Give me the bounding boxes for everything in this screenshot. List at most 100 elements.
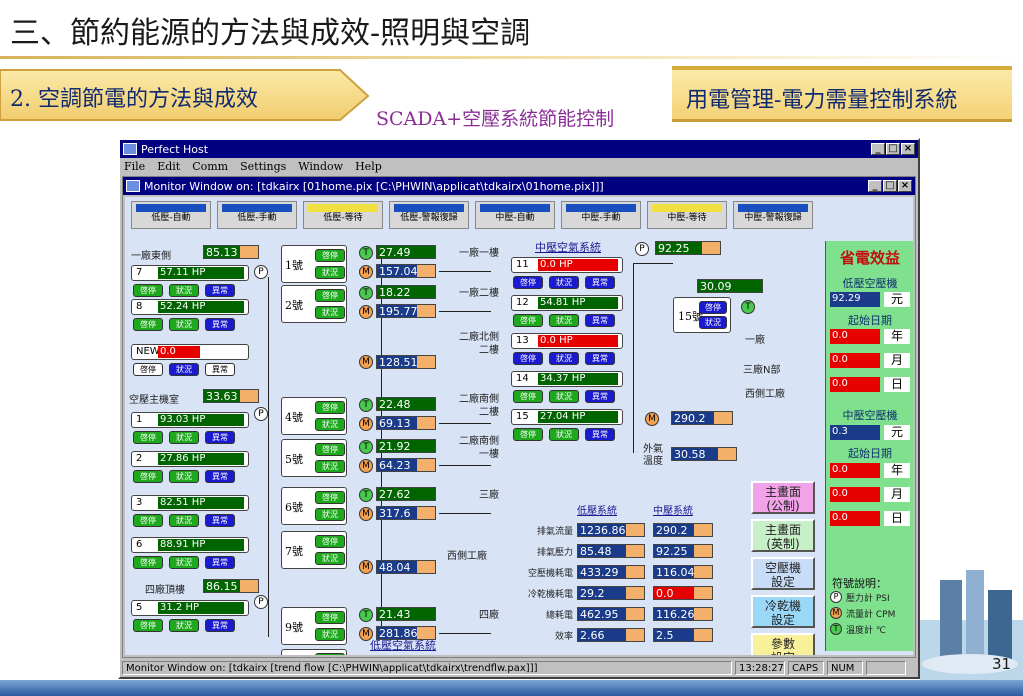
mid-day-value: 0.0 <box>830 511 880 526</box>
mode-button-5[interactable]: 中壓-手動 <box>561 201 641 229</box>
mid-unit-1-state-button[interactable]: 狀況 <box>549 314 579 327</box>
unit-5-state-button[interactable]: 狀況 <box>169 514 199 527</box>
mid-unit-3-run-button[interactable]: 啓停 <box>513 390 543 403</box>
unit-2-state-button[interactable]: 狀況 <box>169 363 199 376</box>
mode-button-6[interactable]: 中壓-等待 <box>647 201 727 229</box>
unit-4-alarm-button[interactable]: 異常 <box>205 470 235 483</box>
mode-button-4[interactable]: 中壓-自動 <box>475 201 555 229</box>
nav-button-1[interactable]: 主畫面 (英制) <box>751 519 815 552</box>
mid-unit-1-alarm-button[interactable]: 異常 <box>585 314 615 327</box>
menu-settings[interactable]: Settings <box>240 160 286 173</box>
mid-unit-2-state-button[interactable]: 狀況 <box>549 352 579 365</box>
unit-4-state-button[interactable]: 狀況 <box>169 470 199 483</box>
maximize-button[interactable]: □ <box>886 143 900 155</box>
unit-6-state-button[interactable]: 狀況 <box>169 556 199 569</box>
dryer-extra-0-state-button[interactable]: 狀況 <box>315 552 345 565</box>
dryer-2-run-button[interactable]: 啓停 <box>315 401 345 414</box>
mode-indicator-6 <box>652 204 722 212</box>
mode-button-7[interactable]: 中壓-警報復歸 <box>733 201 813 229</box>
dryer-0-run-button[interactable]: 啓停 <box>315 249 345 262</box>
dryer-5-run-button[interactable]: 啓停 <box>315 611 345 624</box>
mid-unit-0-run-button[interactable]: 啓停 <box>513 276 543 289</box>
unit-1-alarm-button[interactable]: 異常 <box>205 318 235 331</box>
table-col-low: 低壓系統 <box>577 506 617 517</box>
mid-system-title: 中壓空氣系統 <box>535 241 601 254</box>
app-icon <box>123 143 137 155</box>
dryer-extra-0-run-button[interactable]: 啓停 <box>315 535 345 548</box>
legend-title: 符號說明： <box>832 577 887 590</box>
monitor-close-button[interactable]: × <box>898 180 912 192</box>
unit-value-5: 82.51 HP <box>158 497 244 509</box>
unit-1-run-button[interactable]: 啓停 <box>133 318 163 331</box>
nav-button-0[interactable]: 主畫面 (公制) <box>751 481 815 514</box>
mode-button-0[interactable]: 低壓-自動 <box>131 201 211 229</box>
unit-2-run-button[interactable]: 啓停 <box>133 363 163 376</box>
mid-unit-4-alarm-button[interactable]: 異常 <box>585 428 615 441</box>
dryer-4-out-line <box>439 513 491 514</box>
mid-unit-2-alarm-button[interactable]: 異常 <box>585 352 615 365</box>
mid-month-value: 0.0 <box>830 487 880 502</box>
unit-4-run-button[interactable]: 啓停 <box>133 470 163 483</box>
unit-0-state-button[interactable]: 狀況 <box>169 284 199 297</box>
unit-5-run-button[interactable]: 啓停 <box>133 514 163 527</box>
mid-unit-0-state-button[interactable]: 狀況 <box>549 276 579 289</box>
unit-1-state-button[interactable]: 狀況 <box>169 318 199 331</box>
dryer-4-state-button[interactable]: 狀況 <box>315 508 345 521</box>
dryer-3-run-button[interactable]: 啓停 <box>315 443 345 456</box>
menu-help[interactable]: Help <box>355 160 382 173</box>
dryer-0-dest: 一廠一樓 <box>459 248 499 259</box>
dryer-3-state-button[interactable]: 狀況 <box>315 460 345 473</box>
dryer-1-state-button[interactable]: 狀況 <box>315 306 345 319</box>
unit-3-state-button[interactable]: 狀況 <box>169 431 199 444</box>
dryer-extra-1-run-button[interactable]: 啓停 <box>315 653 345 655</box>
dryer-1-run-button[interactable]: 啓停 <box>315 289 345 302</box>
unit-0-alarm-button[interactable]: 異常 <box>205 284 235 297</box>
unit-5-alarm-button[interactable]: 異常 <box>205 514 235 527</box>
mid-unit-2-run-button[interactable]: 啓停 <box>513 352 543 365</box>
mode-button-3[interactable]: 低壓-警報復歸 <box>389 201 469 229</box>
mid-unit-4-run-button[interactable]: 啓停 <box>513 428 543 441</box>
mid-unit-0-alarm-button[interactable]: 異常 <box>585 276 615 289</box>
unit-0-run-button[interactable]: 啓停 <box>133 284 163 297</box>
close-button[interactable]: × <box>901 143 915 155</box>
mid-unit-3-state-button[interactable]: 狀況 <box>549 390 579 403</box>
thermometer-0-icon: T <box>359 246 373 260</box>
unit-no-5: 3 <box>136 497 143 508</box>
unit-6-run-button[interactable]: 啓停 <box>133 556 163 569</box>
nav-button-2[interactable]: 空壓機 設定 <box>751 557 815 590</box>
mode-button-2[interactable]: 低壓-等待 <box>303 201 383 229</box>
table-row-mid-1: 92.25 <box>653 544 713 558</box>
menu-comm[interactable]: Comm <box>192 160 228 173</box>
menu-file[interactable]: File <box>124 160 145 173</box>
dryer-15-run-button[interactable]: 啓停 <box>699 301 727 314</box>
dryer-5-state-button[interactable]: 狀況 <box>315 628 345 641</box>
mid-unit-4-state-button[interactable]: 狀況 <box>549 428 579 441</box>
monitor-minimize-button[interactable]: _ <box>868 180 882 192</box>
pressure-meter-mid-icon: P <box>635 242 649 256</box>
dryer-2-state-button[interactable]: 狀況 <box>315 418 345 431</box>
unit-7-alarm-button[interactable]: 異常 <box>205 619 235 632</box>
unit-7-state-button[interactable]: 狀況 <box>169 619 199 632</box>
mode-indicator-7 <box>738 204 808 212</box>
dryer-15-state-button[interactable]: 狀況 <box>699 316 727 329</box>
mid-unit-1-run-button[interactable]: 啓停 <box>513 314 543 327</box>
unit-3-run-button[interactable]: 啓停 <box>133 431 163 444</box>
menu-edit[interactable]: Edit <box>157 160 180 173</box>
app-titlebar: Perfect Host _ □ × <box>120 140 918 158</box>
unit-7-run-button[interactable]: 啓停 <box>133 619 163 632</box>
unit-2-alarm-button[interactable]: 異常 <box>205 363 235 376</box>
minimize-button[interactable]: _ <box>871 143 885 155</box>
mid-unit-3-alarm-button[interactable]: 異常 <box>585 390 615 403</box>
unit-3-alarm-button[interactable]: 異常 <box>205 431 235 444</box>
dryer-4-run-button[interactable]: 啓停 <box>315 491 345 504</box>
mid-day-unit: 日 <box>884 511 910 526</box>
mode-button-1[interactable]: 低壓-手動 <box>217 201 297 229</box>
monitor-maximize-button[interactable]: □ <box>883 180 897 192</box>
nav-button-3[interactable]: 冷乾機 設定 <box>751 595 815 628</box>
nav-button-4[interactable]: 參數 設定 <box>751 633 815 655</box>
mode-indicator-5 <box>566 204 636 212</box>
dryer-0-state-button[interactable]: 狀況 <box>315 266 345 279</box>
table-row-low-4: 462.95 <box>577 607 645 621</box>
menu-window[interactable]: Window <box>298 160 343 173</box>
unit-6-alarm-button[interactable]: 異常 <box>205 556 235 569</box>
